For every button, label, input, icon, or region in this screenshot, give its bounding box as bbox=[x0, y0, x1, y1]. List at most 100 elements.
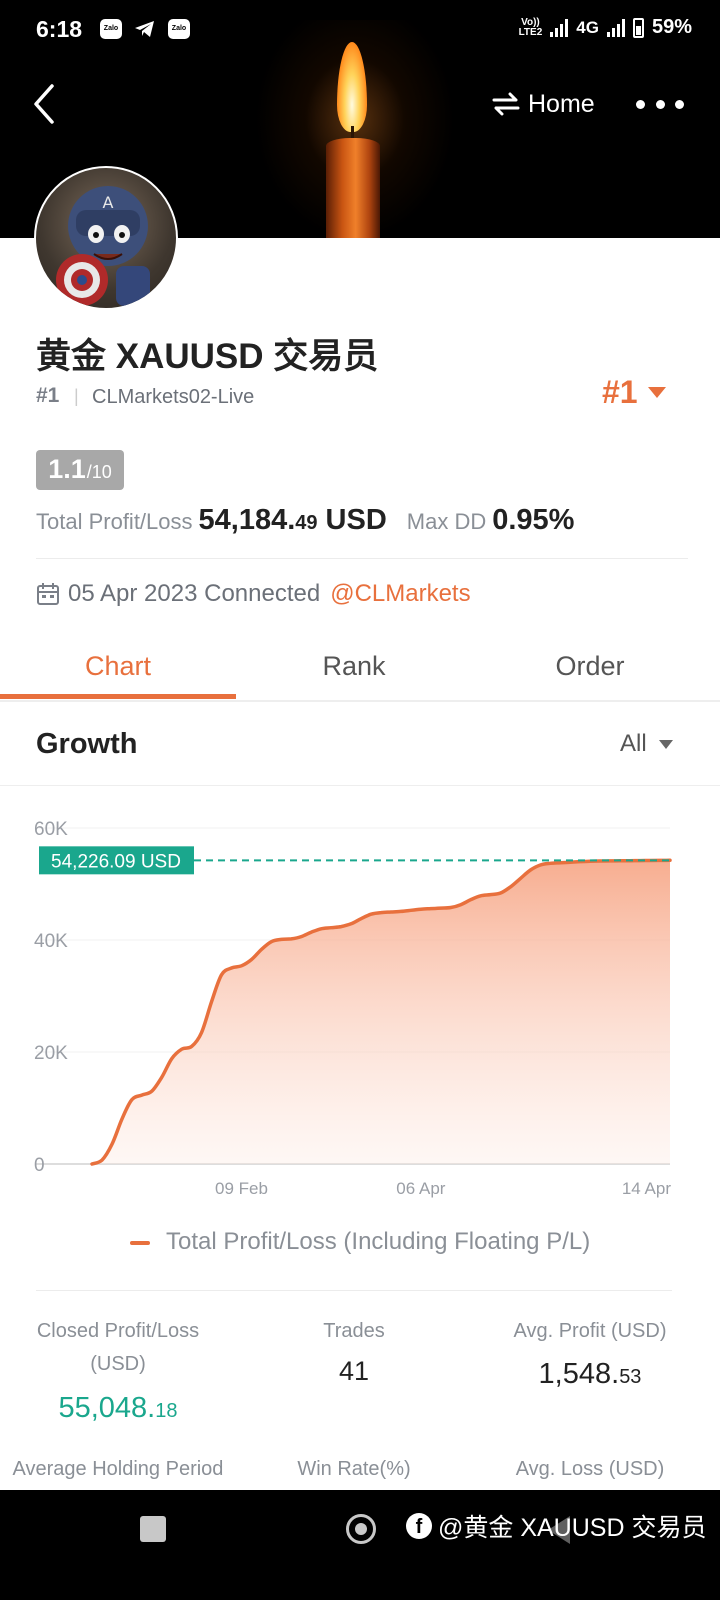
tab-order[interactable]: Order bbox=[472, 634, 708, 702]
avg-holding-label: Average Holding Period bbox=[12, 1458, 224, 1480]
data-point bbox=[290, 937, 293, 940]
telegram-icon bbox=[134, 19, 156, 39]
data-point bbox=[519, 877, 522, 880]
score-value: 1.1 bbox=[48, 454, 86, 484]
server-name: CLMarkets02-Live bbox=[92, 386, 255, 408]
tab-chart[interactable]: Chart bbox=[0, 634, 236, 702]
data-point bbox=[220, 973, 223, 976]
signal-icon bbox=[550, 18, 569, 37]
data-point bbox=[449, 906, 452, 909]
growth-title: Growth bbox=[36, 728, 138, 760]
watermark: f @黄金 XAUUSD 交易员 bbox=[406, 1508, 706, 1544]
trades-value: 41 bbox=[338, 1356, 370, 1386]
chevron-left-icon bbox=[34, 84, 54, 124]
tab-rank[interactable]: Rank bbox=[236, 634, 472, 702]
data-point bbox=[280, 938, 283, 941]
data-point bbox=[399, 910, 402, 913]
back-button[interactable] bbox=[28, 82, 68, 126]
data-point bbox=[509, 885, 512, 888]
growth-chart: 0 20K 40K 60K 09 Feb 06 Apr 14 Apr 54,226.09 … bbox=[34, 819, 672, 1198]
avatar[interactable]: A bbox=[34, 166, 178, 310]
volte-indicator: Vo)) LTE2 bbox=[518, 16, 543, 38]
total-pl-currency: USD bbox=[325, 504, 387, 536]
rank-dropdown[interactable]: #1 bbox=[602, 374, 666, 411]
range-select[interactable]: All bbox=[620, 730, 673, 758]
connected-row: 05 Apr 2023 Connected @CLMarkets bbox=[36, 580, 471, 608]
data-point bbox=[180, 1048, 183, 1051]
data-point bbox=[539, 864, 542, 867]
broker-link[interactable]: @CLMarkets bbox=[330, 580, 470, 608]
candle-body bbox=[326, 138, 380, 238]
home-button[interactable]: Home bbox=[492, 84, 595, 124]
data-point bbox=[110, 1143, 113, 1146]
battery-percent: 59% bbox=[651, 16, 692, 38]
data-point bbox=[340, 925, 343, 928]
data-point bbox=[270, 940, 273, 943]
data-point bbox=[190, 1045, 193, 1048]
chart-series bbox=[90, 858, 672, 1166]
recents-button[interactable] bbox=[140, 1516, 166, 1542]
caret-down-icon bbox=[658, 739, 673, 749]
growth-header: Growth All bbox=[0, 704, 720, 786]
data-point bbox=[479, 894, 482, 897]
watermark-text: @黄金 XAUUSD 交易员 bbox=[438, 1514, 707, 1542]
data-point bbox=[439, 907, 442, 910]
data-point bbox=[609, 859, 612, 862]
data-point bbox=[459, 903, 462, 906]
status-indicators: Vo)) LTE2 4G 59% bbox=[519, 16, 692, 39]
avg-profit-value: 1,548.53 bbox=[538, 1358, 642, 1390]
more-options-button[interactable] bbox=[636, 88, 684, 120]
home-nav-button[interactable] bbox=[346, 1514, 376, 1544]
total-pl-label: Total Profit/Loss bbox=[36, 509, 193, 534]
max-dd-label: Max DD bbox=[406, 509, 487, 534]
range-select-value: All bbox=[620, 730, 647, 757]
signal-icon bbox=[606, 18, 625, 37]
network-type: 4G bbox=[576, 17, 599, 37]
legend-swatch bbox=[129, 1240, 150, 1245]
series-area bbox=[92, 860, 670, 1164]
divider bbox=[36, 1290, 672, 1291]
navigation-bar: f @黄金 XAUUSD 交易员 bbox=[0, 1490, 720, 1600]
x-tick-label: 06 Apr bbox=[396, 1179, 445, 1198]
closed-pl-label: Closed Profit/Loss (USD) bbox=[36, 1320, 200, 1375]
data-point bbox=[419, 908, 422, 911]
data-point bbox=[200, 1031, 203, 1034]
divider bbox=[36, 558, 688, 559]
caret-down-icon bbox=[647, 387, 666, 398]
data-point bbox=[300, 935, 303, 938]
data-point bbox=[360, 917, 363, 920]
rank-number: #1 bbox=[36, 384, 60, 407]
data-point bbox=[120, 1118, 123, 1121]
data-point bbox=[140, 1094, 143, 1097]
x-tick-label: 14 Apr bbox=[622, 1179, 671, 1198]
facebook-icon: f bbox=[406, 1513, 432, 1539]
data-point bbox=[529, 869, 532, 872]
total-pl-value: 54,184. bbox=[198, 504, 296, 536]
data-point bbox=[499, 892, 502, 895]
data-point bbox=[599, 860, 602, 863]
svg-text:A: A bbox=[103, 193, 114, 212]
win-rate-label: Win Rate(%) bbox=[297, 1458, 411, 1480]
data-point bbox=[250, 958, 253, 961]
y-tick-label: 40K bbox=[34, 931, 68, 952]
more-dot-icon bbox=[675, 99, 684, 109]
data-point bbox=[170, 1057, 173, 1060]
y-tick-label: 20K bbox=[34, 1043, 68, 1064]
current-value-label: 54,226.09 USD bbox=[51, 851, 181, 872]
max-dd-value: 0.95% bbox=[492, 504, 575, 536]
data-point bbox=[469, 898, 472, 901]
data-point bbox=[101, 1159, 104, 1162]
data-point bbox=[559, 861, 562, 864]
rank-dropdown-value: #1 bbox=[602, 374, 638, 410]
data-point bbox=[260, 948, 263, 951]
data-point bbox=[380, 911, 383, 914]
data-point bbox=[130, 1098, 133, 1101]
data-point bbox=[91, 1163, 94, 1166]
data-point bbox=[390, 911, 393, 914]
status-bar: 6:18 Zalo Zalo Vo)) LTE2 4G 59% bbox=[0, 0, 720, 60]
data-point bbox=[150, 1090, 153, 1093]
battery-icon bbox=[632, 17, 644, 38]
score-scale: /10 bbox=[86, 462, 112, 482]
calendar-icon bbox=[37, 583, 59, 605]
connected-date: 05 Apr 2023 Connected bbox=[68, 580, 321, 607]
